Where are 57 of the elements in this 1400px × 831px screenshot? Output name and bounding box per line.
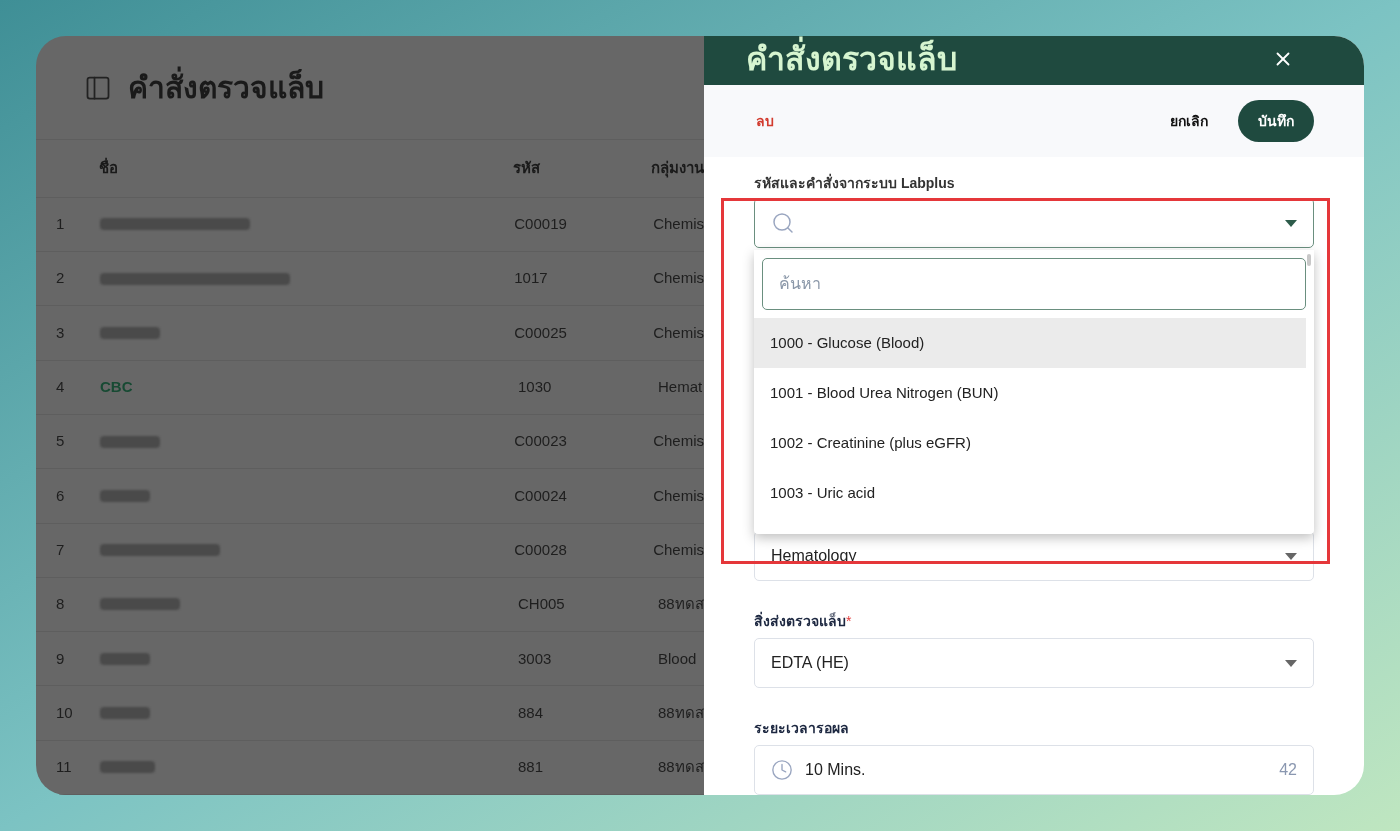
- table-cell-text: 88ทดส: [658, 757, 704, 778]
- drawer-title: คำสั่งตรวจแล็บ: [746, 36, 957, 84]
- column-header: รหัส: [512, 158, 541, 179]
- table-cell-text: Blood: [658, 648, 697, 669]
- table-cell-text: 1017: [514, 268, 549, 289]
- search-field[interactable]: ค้นหา: [762, 258, 1306, 310]
- character-count: 42: [1279, 760, 1297, 780]
- table-cell-text: 1030: [518, 377, 553, 397]
- table-cell-text: Hemat: [658, 377, 703, 397]
- clock-icon: [771, 759, 793, 781]
- turnaround-field[interactable]: 10 Mins. 42: [754, 745, 1314, 795]
- specimen-select[interactable]: EDTA (HE): [754, 638, 1314, 688]
- row-number: 11: [55, 757, 73, 778]
- table-cell-text: 88ทดส: [658, 594, 704, 615]
- required-mark: *: [846, 613, 852, 631]
- table-cell-text: C00025: [514, 322, 568, 343]
- row-number: 10: [55, 702, 74, 723]
- cancel-button[interactable]: ยกเลิก: [1170, 110, 1208, 132]
- row-number: 5: [55, 431, 66, 452]
- caret-icon: [1285, 219, 1297, 227]
- table-cell-text: C00028: [514, 539, 568, 560]
- dropdown-option[interactable]: 1000 - Glucose (Blood): [754, 318, 1306, 368]
- row-number: 3: [55, 322, 66, 343]
- table-cell-text: Chemis: [653, 539, 704, 560]
- row-number: 9: [55, 648, 66, 669]
- field-label: รหัสและคำสั่งจากระบบ Labplus: [754, 173, 956, 193]
- page-title: คำสั่งตรวจแล็บ: [128, 65, 324, 111]
- table-cell-text: C00024: [514, 485, 568, 506]
- scrollbar-thumb[interactable]: [1307, 254, 1311, 266]
- row-number: 7: [55, 539, 66, 560]
- table-cell-text: 881: [518, 757, 545, 778]
- row-number: 6: [55, 485, 66, 506]
- table-cell-text: CBC: [100, 377, 133, 397]
- row-number: 4: [55, 377, 66, 397]
- save-button[interactable]: บันทึก: [1238, 100, 1314, 143]
- table-cell-text: Chemis: [653, 322, 704, 343]
- row-number: 1: [55, 214, 66, 235]
- field-label: ระยะเวลารอผล: [754, 719, 850, 738]
- field-label: สิ่งส่งตรวจแล็บ: [754, 611, 846, 631]
- caret-icon: [1285, 659, 1297, 667]
- table-cell-text: Chemis: [653, 214, 704, 235]
- row-number: 8: [55, 594, 66, 615]
- table-cell-text: C00023: [514, 431, 568, 452]
- table-cell-text: Chemis: [653, 431, 704, 452]
- table-cell-text: 884: [518, 702, 545, 723]
- search-icon: [771, 211, 795, 235]
- table-cell-text: Chemis: [653, 268, 704, 289]
- table-cell-text: CH005: [518, 594, 566, 615]
- table-cell-text: C00019: [514, 214, 568, 235]
- delete-button[interactable]: ลบ: [756, 110, 774, 132]
- table-cell-text: Chemis: [653, 485, 704, 506]
- table-cell-text: 88ทดส: [658, 702, 704, 723]
- row-number: 2: [55, 268, 66, 289]
- caret-icon: [1285, 552, 1297, 560]
- column-header: กลุ่มงาน: [651, 158, 704, 180]
- table-cell-text: 3003: [518, 648, 553, 669]
- column-header: ชื่อ: [99, 157, 120, 179]
